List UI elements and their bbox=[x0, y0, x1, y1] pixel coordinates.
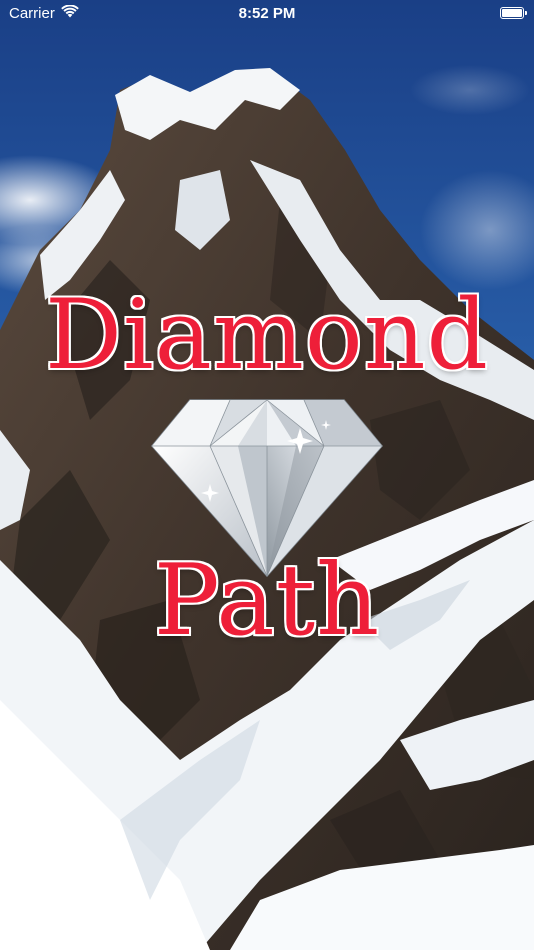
battery-icon bbox=[500, 7, 527, 19]
app-title-line2: Path bbox=[153, 544, 381, 658]
app-title-line1: Diamond bbox=[44, 279, 489, 391]
splash-screen: Carrier 8:52 PM Diamond Path bbox=[0, 0, 534, 950]
status-bar: Carrier 8:52 PM bbox=[0, 0, 534, 30]
status-time: 8:52 PM bbox=[238, 5, 296, 22]
